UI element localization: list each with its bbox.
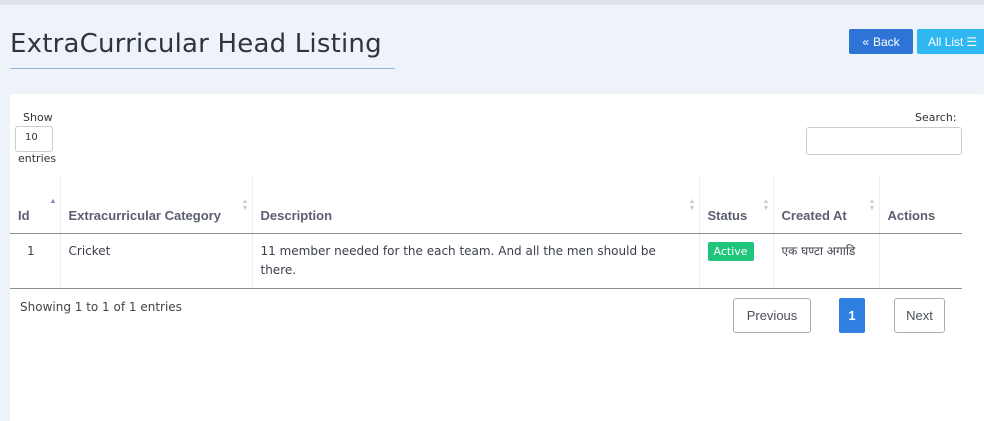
column-header-created-at[interactable]: Created At ▲ ▼	[773, 176, 880, 234]
top-border	[0, 0, 984, 5]
previous-page-button[interactable]: Previous	[733, 298, 811, 333]
search-label: Search:	[915, 111, 957, 124]
list-icon: ☰	[966, 34, 978, 49]
all-list-button-label: All List	[928, 34, 964, 49]
entries-per-page-select[interactable]: 10	[15, 126, 53, 152]
double-chevron-left-icon: «	[862, 34, 869, 49]
next-page-button[interactable]: Next	[894, 298, 945, 333]
entries-label: entries	[18, 152, 57, 165]
back-button[interactable]: « Back	[849, 29, 913, 54]
column-header-category[interactable]: Extracurricular Category ▲ ▼	[60, 176, 253, 234]
sort-icon: ▲ ▼	[762, 198, 770, 212]
show-label: Show	[23, 111, 53, 124]
cell-id: 1	[10, 233, 61, 289]
page-title: ExtraCurricular Head Listing	[10, 29, 382, 59]
cell-description: 11 member needed for the each team. And …	[252, 233, 700, 289]
sort-icon: ▲	[49, 198, 57, 205]
status-badge: Active	[707, 241, 754, 261]
cell-created-at: एक घण्टा अगाडि	[773, 233, 880, 289]
title-underline	[10, 68, 395, 69]
sort-icon: ▲ ▼	[688, 198, 696, 212]
listing-card: Show 10 entries Search: Id ▲ Extracurric…	[10, 94, 984, 421]
cell-category: Cricket	[60, 233, 253, 289]
column-header-actions: Actions	[879, 176, 962, 234]
page-1-button[interactable]: 1	[839, 298, 865, 333]
cell-status: Active	[699, 233, 774, 289]
all-list-button[interactable]: All List ☰	[917, 29, 984, 54]
column-header-status[interactable]: Status ▲ ▼	[699, 176, 774, 234]
sort-icon: ▲ ▼	[241, 198, 249, 212]
back-button-label: Back	[873, 34, 900, 49]
table-row: 1 Cricket 11 member needed for the each …	[10, 233, 962, 289]
pagination-info: Showing 1 to 1 of 1 entries	[20, 300, 182, 314]
data-table: Id ▲ Extracurricular Category ▲ ▼ Descrip…	[10, 176, 962, 289]
column-header-description[interactable]: Description ▲ ▼	[252, 176, 700, 234]
search-input[interactable]	[806, 127, 962, 155]
sort-icon: ▲ ▼	[868, 198, 876, 212]
cell-actions	[879, 233, 962, 289]
column-header-id[interactable]: Id ▲	[10, 176, 61, 234]
table-header-row: Id ▲ Extracurricular Category ▲ ▼ Descrip…	[10, 176, 962, 234]
